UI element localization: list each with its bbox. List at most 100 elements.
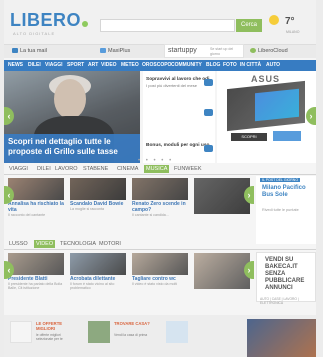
tab-cinema[interactable]: CINEMA — [117, 166, 138, 172]
maxiplus-label: MaxiPlus — [108, 48, 131, 54]
cloud-link[interactable]: LiberoCloud — [250, 48, 288, 54]
promo-strip: LE OFFERTE MIGLIORI le offerte migliori … — [4, 315, 316, 357]
tab-video[interactable]: VIDEO — [34, 240, 56, 248]
side-box-meta: Rivedi tutte le puntate — [262, 208, 299, 212]
logo-subtitle: ALTO DIGITALE — [13, 31, 56, 36]
card-image — [70, 253, 126, 275]
startup-name: startuppy — [168, 47, 197, 54]
sun-icon[interactable] — [269, 15, 279, 25]
news-item[interactable]: Sopravvivi al lavoro che odi I post più … — [146, 77, 212, 89]
nav-sport[interactable]: SPORT — [67, 62, 84, 68]
nav-art[interactable]: ART — [88, 62, 98, 68]
tab-motori[interactable]: MOTORI — [99, 241, 121, 247]
card-acrobata[interactable]: Acrobata dilettante Il forum è stato vic… — [70, 253, 126, 291]
card-subtitle: Il forum è stato vicino al sito problema… — [70, 282, 115, 290]
nav-video[interactable]: VIDEO — [101, 62, 117, 68]
hero-caption: Scopri nel dettaglio tutte le proposte d… — [4, 134, 140, 163]
bottom-banner[interactable] — [247, 319, 316, 357]
ad-cta-button[interactable]: SCOPRI — [231, 133, 267, 141]
main-nav: NEWS DILEI VIAGGI SPORT ART VIDEO METEO … — [4, 60, 316, 71]
promo-third[interactable] — [166, 321, 232, 349]
bakeca-ad[interactable]: VENDI SU BAKECA.IT SENZA PUBBLICARE ANNU… — [256, 252, 316, 305]
promo-offerte[interactable]: LE OFFERTE MIGLIORI le offerte migliori … — [10, 321, 76, 349]
nav-viaggi[interactable]: VIAGGI — [45, 62, 63, 68]
startuppy-banner[interactable]: startuppy Se start up del giorno — [164, 44, 244, 58]
nav-auto[interactable]: AUTO — [266, 62, 280, 68]
tab-funweek[interactable]: FUNWEEK — [174, 166, 202, 172]
card-image — [8, 253, 64, 275]
card-subtitle: Il cantante si candida... — [132, 213, 169, 217]
promo-image — [166, 321, 188, 343]
tab-musica[interactable]: MUSICA — [144, 165, 170, 173]
windows-badge — [273, 131, 301, 141]
tab-lavoro[interactable]: LAVORO — [55, 166, 78, 172]
card-video-2[interactable] — [194, 253, 250, 291]
promo-subtitle: le offerte migliori selezionate per te — [36, 333, 63, 341]
news-item[interactable]: Bonus, moduli per ogni uso — [146, 143, 212, 149]
card-image — [132, 178, 188, 200]
nav-dilei[interactable]: DILEI — [28, 62, 41, 68]
promo-image — [10, 321, 32, 343]
hero-news-column: Sopravvivi al lavoro che odi I post più … — [143, 71, 215, 163]
tab-tecnologia[interactable]: TECNOLOGIA — [60, 241, 96, 247]
promo-image — [88, 321, 110, 343]
card-image — [194, 253, 250, 289]
ad-title: VENDI SU BAKECA.IT SENZA PUBBLICARE ANNU… — [265, 257, 305, 291]
card-title: Annalisa ha rischiato la vita — [8, 201, 64, 213]
comment-icon — [204, 79, 213, 86]
nav-oroscopo[interactable]: OROSCOPO — [142, 62, 171, 68]
card-image — [132, 253, 188, 275]
tab-stabene[interactable]: STABENE — [83, 166, 108, 172]
card-tagliare[interactable]: Tagliare contro wc Il video è stato vist… — [132, 253, 188, 291]
startup-tag: Se start up del giorno — [210, 47, 234, 56]
search-button[interactable]: Cerca — [236, 19, 262, 32]
cloud-icon — [250, 48, 256, 54]
hero-image[interactable]: Scopri nel dettaglio tutte le proposte d… — [4, 71, 140, 163]
maxiplus-link[interactable]: MaxiPlus — [100, 48, 130, 54]
nav-blog[interactable]: BLOG — [206, 62, 220, 68]
mail-label: La tua mail — [20, 48, 47, 54]
libero-logo[interactable]: LIBERO — [10, 10, 81, 31]
promo-title: TROVARE CASA? — [114, 321, 150, 326]
comment-icon — [204, 109, 213, 116]
news-subtitle: I post più divertenti del mese — [146, 83, 197, 88]
search-input[interactable] — [100, 19, 235, 32]
card-image — [8, 178, 64, 200]
service-bar: La tua mail MaxiPlus LiberoCloud — [4, 44, 316, 58]
row2-tabs: LUSSO VIDEO TECNOLOGIA MOTORI — [4, 240, 316, 250]
nav-meteo[interactable]: METEO — [121, 62, 139, 68]
asus-logo: ASUS — [251, 74, 281, 84]
card-subtitle: Il video è stato visto da molti — [132, 282, 178, 286]
carousel-dots[interactable]: • • • • • — [138, 158, 173, 164]
hero-person — [54, 79, 86, 119]
side-box-tag: IL POST DEL GIORNO — [260, 178, 301, 182]
nav-foto[interactable]: FOTO — [223, 62, 237, 68]
tab-dilei[interactable]: DILEI — [37, 166, 51, 172]
homepage: LIBERO ALTO DIGITALE Cerca 7° MILANO La … — [4, 0, 316, 357]
asus-ad[interactable]: ASUS SCOPRI — [217, 71, 316, 163]
card-renato-zero[interactable]: Renato Zero scende in campo? Il cantante… — [132, 178, 188, 217]
promo-subtitle: Vendi la casa di prima — [114, 333, 148, 337]
news-title: Bonus, moduli per ogni uso — [146, 143, 210, 148]
tab-lusso[interactable]: LUSSO — [9, 241, 28, 247]
nav-in-citta[interactable]: IN CITTÀ — [240, 62, 261, 68]
post-of-the-day[interactable]: IL POST DEL GIORNO Milano Pacifico Bus S… — [256, 176, 316, 244]
logo-dot — [82, 21, 88, 27]
card-video[interactable] — [194, 178, 250, 216]
row1-tabs: VIAGGI DILEI LAVORO STABENE CINEMA MUSIC… — [4, 165, 316, 175]
nav-news[interactable]: NEWS — [8, 62, 23, 68]
card-blatti[interactable]: Presidente Blatti Il presidente ha parla… — [8, 253, 64, 291]
header: LIBERO ALTO DIGITALE Cerca 7° MILANO — [4, 0, 316, 44]
card-image — [70, 178, 126, 200]
promo-casa[interactable]: TROVARE CASA? Vendi la casa di prima — [88, 321, 154, 349]
card-subtitle: Il racconto del cantante — [8, 213, 46, 217]
temperature[interactable]: 7° — [285, 16, 295, 27]
card-bowie[interactable]: Scandalo David Bowie La moglie si raccon… — [70, 178, 126, 216]
card-image — [194, 178, 250, 214]
nav-community[interactable]: COMMUNITY — [171, 62, 202, 68]
mail-link[interactable]: La tua mail — [12, 48, 47, 54]
mail-icon — [12, 48, 18, 54]
hero-title[interactable]: Scopri nel dettaglio tutte le proposte d… — [8, 137, 136, 157]
card-annalisa[interactable]: Annalisa ha rischiato la vita Il raccont… — [8, 178, 64, 217]
tab-viaggi[interactable]: VIAGGI — [9, 166, 28, 172]
